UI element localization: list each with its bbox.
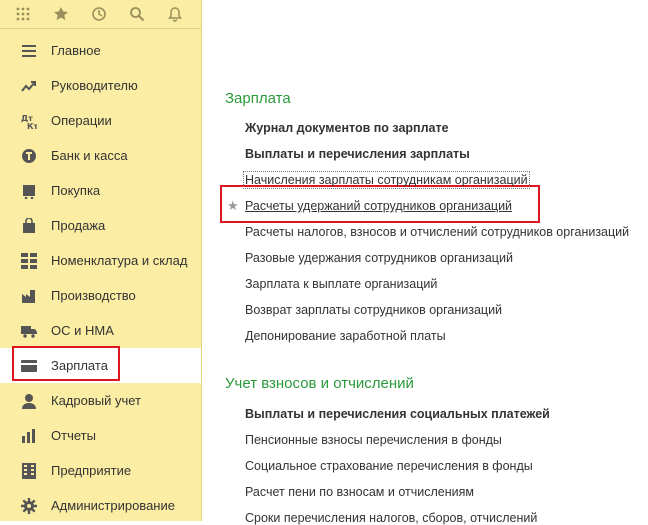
favorite-star-icon[interactable]: ★ <box>227 198 239 214</box>
link-raschet-peni[interactable]: Расчет пени по взносам и отчислениям <box>245 485 474 499</box>
sidebar-item-prodazha[interactable]: Продажа <box>0 208 201 243</box>
menu-lines-icon <box>21 43 37 59</box>
sidebar-item-nomenklatura[interactable]: Номенклатура и склад <box>0 243 201 278</box>
dt-kt-icon: Дт Кт <box>21 113 37 129</box>
sidebar-item-label: Номенклатура и склад <box>51 253 188 268</box>
link-pensionnye-vznosy[interactable]: Пенсионные взносы перечисления в фонды <box>245 433 502 447</box>
link-razovye-uderzhaniya[interactable]: Разовые удержания сотрудников организаци… <box>245 251 513 265</box>
gear-icon <box>21 497 37 514</box>
sidebar-item-operatsii[interactable]: Дт Кт Операции <box>0 103 201 138</box>
sidebar-item-label: Операции <box>51 113 112 128</box>
sidebar-item-label: Администрирование <box>51 498 175 513</box>
building-icon <box>21 462 37 479</box>
sidebar-item-bank-kassa[interactable]: Банк и касса <box>0 138 201 173</box>
grid-icon <box>21 252 37 269</box>
sidebar-item-predpriyatie[interactable]: Предприятие <box>0 453 201 488</box>
search-icon[interactable] <box>128 5 146 23</box>
sidebar-item-pokupka[interactable]: Покупка <box>0 173 201 208</box>
chart-icon <box>21 428 37 444</box>
star-icon[interactable] <box>52 5 70 23</box>
link-sroki-perechisleniya[interactable]: Сроки перечисления налогов, сборов, отчи… <box>245 511 537 525</box>
sidebar-item-label: Производство <box>51 288 136 303</box>
sidebar-item-label: Покупка <box>51 183 101 198</box>
sidebar-item-label: Банк и касса <box>51 148 128 163</box>
sidebar-item-label: Руководителю <box>51 78 138 93</box>
sidebar-item-rukovoditelyu[interactable]: Руководителю <box>0 68 201 103</box>
history-icon[interactable] <box>90 5 108 23</box>
sidebar-item-os-nma[interactable]: ОС и НМА <box>0 313 201 348</box>
sidebar: Главное Руководителю Дт Кт Операции Банк … <box>0 0 202 521</box>
link-nachisleniya-zarplaty[interactable]: Начисления зарплаты сотрудникам организа… <box>243 171 530 189</box>
main-content: Зарплата Журнал документов по зарплате В… <box>203 0 648 525</box>
coin-icon <box>21 148 37 164</box>
sidebar-item-proizvodstvo[interactable]: Производство <box>0 278 201 313</box>
sidebar-item-label: Предприятие <box>51 463 132 478</box>
factory-icon <box>21 288 37 304</box>
sidebar-item-glavnoe[interactable]: Главное <box>0 33 201 68</box>
bell-icon[interactable] <box>166 5 184 23</box>
section-title-zarplata: Зарплата <box>225 90 291 107</box>
trend-icon <box>21 78 37 94</box>
link-vyplaty-zarplaty[interactable]: Выплаты и перечисления зарплаты <box>245 147 470 161</box>
link-sotsialnoe-strahovanie[interactable]: Социальное страхование перечисления в фо… <box>245 459 533 473</box>
sidebar-toolbar <box>0 0 201 29</box>
highlight-box-zarplata <box>12 346 120 381</box>
sidebar-item-label: Кадровый учет <box>51 393 141 408</box>
link-raschety-nalogov[interactable]: Расчеты налогов, взносов и отчислений со… <box>245 225 629 239</box>
cart-icon <box>21 183 37 199</box>
sidebar-item-label: Главное <box>51 43 101 58</box>
svg-text:Кт: Кт <box>27 122 37 129</box>
person-icon <box>21 393 37 409</box>
sidebar-item-label: Продажа <box>51 218 106 233</box>
truck-icon <box>21 323 37 339</box>
sidebar-item-administrirovanie[interactable]: Администрирование <box>0 488 201 523</box>
sidebar-item-otchety[interactable]: Отчеты <box>0 418 201 453</box>
section-title-vznosy: Учет взносов и отчислений <box>225 375 414 392</box>
link-zhurnal-dokumentov[interactable]: Журнал документов по зарплате <box>245 121 449 135</box>
link-deponirovanie[interactable]: Депонирование заработной платы <box>245 329 446 343</box>
sidebar-item-label: ОС и НМА <box>51 323 114 338</box>
link-raschety-uderzhaniy[interactable]: Расчеты удержаний сотрудников организаци… <box>245 199 512 213</box>
bag-icon <box>21 217 37 234</box>
sidebar-item-label: Отчеты <box>51 428 96 443</box>
apps-grid-icon[interactable] <box>14 5 32 23</box>
link-zarplata-k-vyplate[interactable]: Зарплата к выплате организаций <box>245 277 437 291</box>
link-vozvrat-zarplaty[interactable]: Возврат зарплаты сотрудников организаций <box>245 303 502 317</box>
sidebar-item-kadrovy-uchet[interactable]: Кадровый учет <box>0 383 201 418</box>
link-vyplaty-sotsialnyh[interactable]: Выплаты и перечисления социальных платеж… <box>245 407 550 421</box>
